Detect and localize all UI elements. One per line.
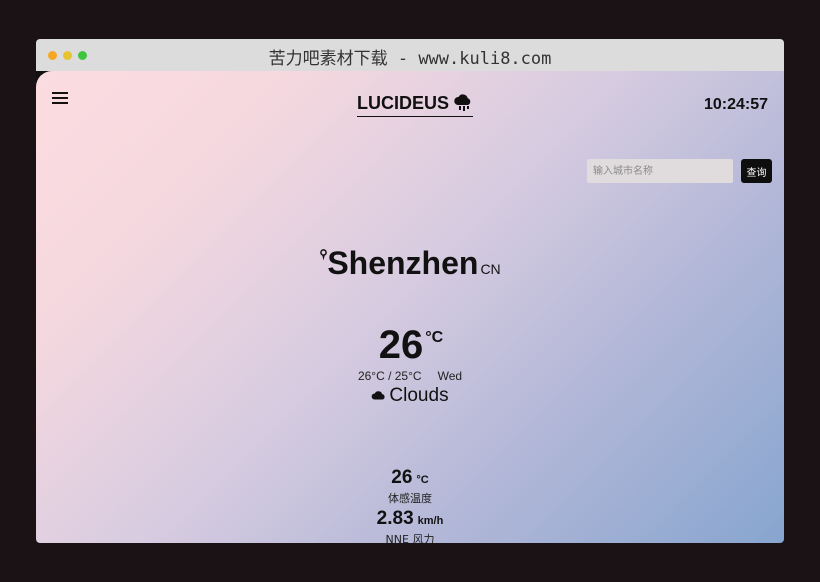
weather-condition: Clouds [36, 385, 784, 407]
stat-unit: km/h [417, 515, 444, 527]
search-button[interactable]: 查询 [741, 159, 772, 183]
city-name: Shenzhen [327, 245, 479, 281]
weather-app: LUCIDEUS 10:24:57 查询 ShenzhenCN 26°C 26°… [36, 71, 784, 543]
brand-name: LUCIDEUS [357, 92, 450, 113]
city-search-input[interactable] [587, 159, 733, 183]
weekday: Wed [437, 369, 463, 383]
stat-label: NNE 风力 [385, 533, 435, 543]
feels-like-stat: 26 °C 体感温度 [36, 467, 784, 506]
temperature-range: 26°C / 25°C Wed [36, 369, 784, 383]
stat-value: 26 [391, 467, 413, 488]
wind-stat: 2.83 km/h NNE 风力 [36, 508, 784, 543]
window-title: 苦力吧素材下载 - www.kuli8.com [268, 49, 552, 69]
brand-logo[interactable]: LUCIDEUS [357, 91, 474, 117]
browser-window: 苦力吧素材下载 - www.kuli8.com LUCIDEUS 10:24:5… [36, 39, 784, 543]
temperature-value: 26 [378, 323, 424, 367]
cloud-with-rain-icon [454, 94, 471, 111]
cloud-icon [372, 391, 385, 400]
country-code: CN [480, 261, 501, 277]
clock-time: 10:24:57 [703, 96, 768, 113]
stat-unit: °C [416, 474, 429, 486]
current-temperature: 26 °C [36, 323, 784, 368]
stat-value: 2.83 [376, 508, 414, 529]
temperature-unit: °C [425, 329, 444, 346]
hamburger-menu-icon[interactable] [52, 91, 68, 105]
window-titlebar: 苦力吧素材下载 - www.kuli8.com [36, 39, 784, 71]
min-max-temperature: 26°C / 25°C [357, 369, 422, 383]
condition-text: Clouds [389, 385, 449, 406]
location: Shenzhen CN [36, 245, 784, 282]
stat-label: 体感温度 [388, 492, 432, 505]
